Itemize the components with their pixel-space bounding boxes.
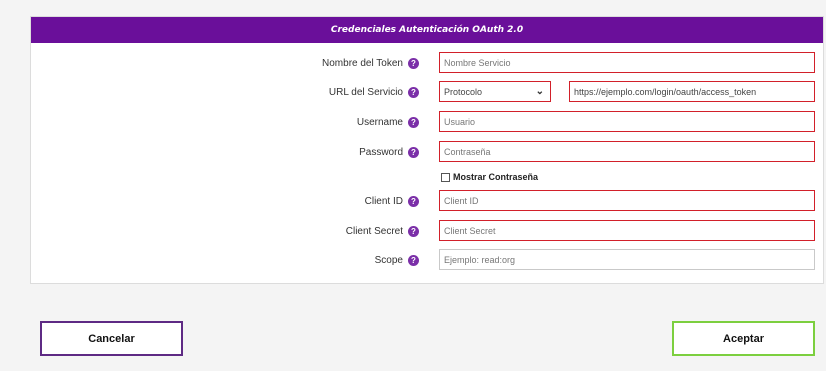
show-password-checkbox[interactable]: Mostrar Contraseña xyxy=(441,172,538,182)
label-password: Password ? xyxy=(359,141,419,163)
label-scope-text: Scope xyxy=(374,254,403,266)
help-circle-icon[interactable]: ? xyxy=(408,225,419,237)
show-password-label: Mostrar Contraseña xyxy=(453,172,539,182)
row-client-id: Client ID ? Client ID xyxy=(31,190,823,214)
label-token-name-text: Nombre del Token xyxy=(322,57,403,69)
top-bar xyxy=(0,0,826,12)
password-input[interactable]: Contraseña xyxy=(439,141,815,162)
label-client-id-text: Client ID xyxy=(364,195,403,207)
label-password-text: Password xyxy=(359,146,403,158)
label-client-secret-text: Client Secret xyxy=(345,225,403,237)
client-secret-input[interactable]: Client Secret xyxy=(439,220,815,241)
token-name-placeholder: Nombre Servicio xyxy=(444,57,511,68)
row-token-name: Nombre del Token ? Nombre Servicio xyxy=(31,52,823,76)
help-circle-icon[interactable]: ? xyxy=(408,116,419,128)
protocol-select[interactable]: Protocolo ⌄ xyxy=(439,81,551,102)
label-username-text: Username xyxy=(356,116,403,128)
label-client-secret: Client Secret ? xyxy=(346,220,419,242)
label-token-name: Nombre del Token ? xyxy=(322,52,419,74)
help-circle-icon[interactable]: ? xyxy=(408,195,419,207)
username-placeholder: Usuario xyxy=(444,116,476,127)
checkbox-box[interactable] xyxy=(441,172,450,182)
row-scope: Scope ? Ejemplo: read:org xyxy=(31,249,823,273)
row-username: Username ? Usuario xyxy=(31,111,823,135)
help-circle-icon[interactable]: ? xyxy=(408,146,419,158)
client-secret-placeholder: Client Secret xyxy=(444,225,496,236)
scope-input[interactable]: Ejemplo: read:org xyxy=(439,249,815,270)
label-service-url-text: URL del Servicio xyxy=(328,86,403,98)
help-circle-icon[interactable]: ? xyxy=(408,57,419,69)
help-circle-icon[interactable]: ? xyxy=(408,254,419,266)
username-input[interactable]: Usuario xyxy=(439,111,815,132)
label-username: Username ? xyxy=(357,111,419,133)
row-service-url: URL del Servicio ? Protocolo ⌄ https://e… xyxy=(31,81,823,105)
oauth-credentials-panel: Credenciales Autenticación OAuth 2.0 Nom… xyxy=(30,16,824,284)
client-id-placeholder: Client ID xyxy=(444,195,479,206)
label-client-id: Client ID ? xyxy=(365,190,419,212)
chevron-down-icon: ⌄ xyxy=(535,86,544,97)
service-url-input[interactable]: https://ejemplo.com/login/oauth/access_t… xyxy=(569,81,815,102)
label-scope: Scope ? xyxy=(375,249,419,271)
protocol-selected-value: Protocolo xyxy=(444,86,483,97)
cancel-button[interactable]: Cancelar xyxy=(40,321,183,356)
client-id-input[interactable]: Client ID xyxy=(439,190,815,211)
row-client-secret: Client Secret ? Client Secret xyxy=(31,220,823,244)
accept-button[interactable]: Aceptar xyxy=(672,321,815,356)
service-url-value: https://ejemplo.com/login/oauth/access_t… xyxy=(574,86,757,97)
row-password: Password ? Contraseña xyxy=(31,141,823,165)
label-service-url: URL del Servicio ? xyxy=(329,81,419,103)
scope-placeholder: Ejemplo: read:org xyxy=(444,254,516,265)
panel-header: Credenciales Autenticación OAuth 2.0 xyxy=(31,17,823,43)
help-circle-icon[interactable]: ? xyxy=(408,86,419,98)
token-name-input[interactable]: Nombre Servicio xyxy=(439,52,815,73)
password-placeholder: Contraseña xyxy=(444,146,491,157)
